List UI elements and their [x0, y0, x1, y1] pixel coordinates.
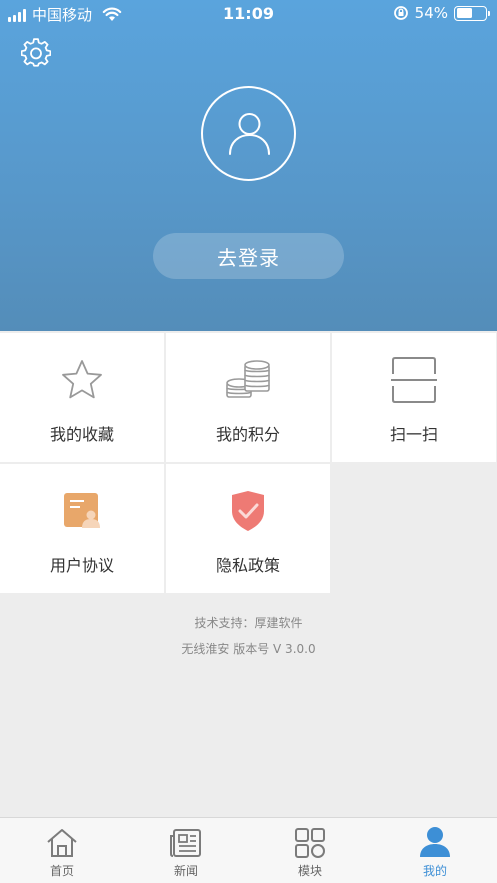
- menu-item-points[interactable]: 我的积分: [166, 333, 330, 462]
- tab-modules[interactable]: 模块: [248, 824, 372, 880]
- battery-icon: [454, 5, 490, 21]
- user-icon: [420, 827, 450, 857]
- news-icon: [170, 829, 201, 857]
- status-bar: 中国移动 11:09 54%: [0, 0, 497, 28]
- profile-header: 中国移动 11:09 54% 去登录: [0, 0, 497, 331]
- coins-icon: [226, 360, 270, 398]
- user-outline-icon: [229, 113, 270, 155]
- status-right: 54%: [393, 4, 490, 22]
- menu-item-user-agreement[interactable]: 用户协议: [0, 464, 164, 593]
- bottom-tab-bar: 首页 新闻 模块 我的: [0, 817, 497, 883]
- menu-item-favorites[interactable]: 我的收藏: [0, 333, 164, 462]
- tab-news[interactable]: 新闻: [124, 824, 248, 880]
- tab-home[interactable]: 首页: [0, 824, 124, 880]
- tab-label: 新闻: [173, 864, 198, 878]
- tech-support-text: 技术支持：厚建软件: [194, 616, 303, 630]
- menu-item-scan[interactable]: 扫一扫: [332, 333, 496, 462]
- menu-label: 隐私政策: [215, 556, 280, 575]
- battery-fill: [456, 8, 472, 18]
- tab-label: 我的: [422, 864, 447, 878]
- battery-percent: 54%: [414, 4, 448, 22]
- avatar[interactable]: [201, 86, 296, 181]
- tab-mine[interactable]: 我的: [373, 824, 497, 880]
- menu-label: 我的积分: [215, 425, 280, 444]
- home-icon: [47, 829, 77, 857]
- user-agreement-icon: [64, 493, 100, 528]
- version-text: 无线淮安 版本号 V 3.0.0: [181, 642, 316, 656]
- settings-gear-icon[interactable]: [21, 38, 51, 68]
- star-icon: [62, 360, 102, 399]
- menu-label: 扫一扫: [389, 425, 438, 444]
- tab-label: 模块: [297, 864, 322, 878]
- menu-item-privacy-policy[interactable]: 隐私政策: [166, 464, 330, 593]
- shield-check-icon: [232, 491, 264, 531]
- tab-label: 首页: [49, 864, 74, 878]
- modules-icon: [295, 828, 325, 858]
- menu-label: 用户协议: [49, 556, 114, 575]
- scan-icon: [391, 357, 437, 403]
- menu-label: 我的收藏: [49, 425, 114, 444]
- login-button[interactable]: 去登录: [153, 233, 344, 279]
- orientation-lock-icon: [393, 6, 408, 20]
